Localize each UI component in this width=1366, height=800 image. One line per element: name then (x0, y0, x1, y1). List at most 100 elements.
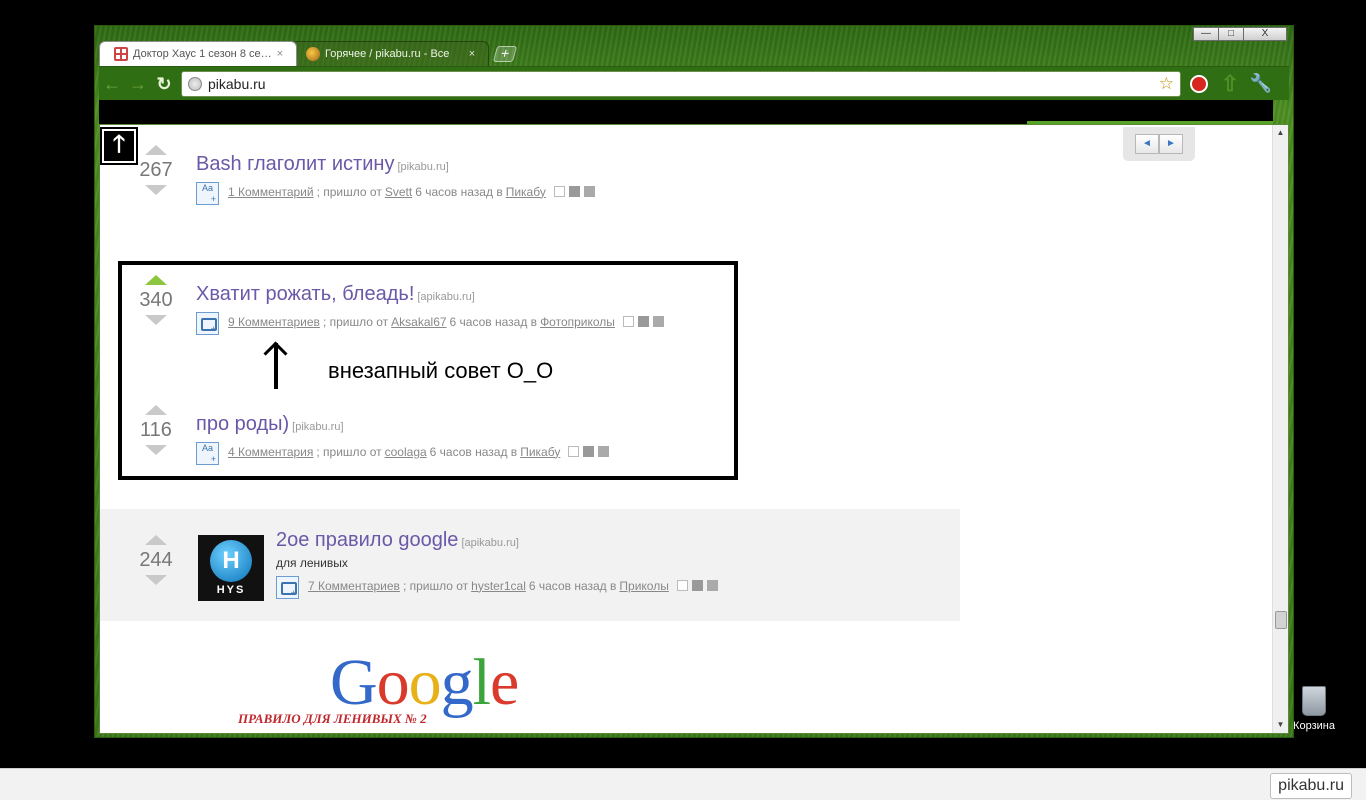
tab-house[interactable]: Доктор Хаус 1 сезон 8 серия × (99, 41, 297, 66)
post-title[interactable]: 2ое правило google (276, 529, 458, 551)
meta-from: ; пришло от (322, 314, 389, 329)
twitter-icon[interactable] (583, 186, 595, 197)
meta-time: 6 часов назад в (429, 444, 518, 459)
post-title[interactable]: Хватит рожать, блеадь! (196, 283, 414, 305)
browser-window: — □ X Доктор Хаус 1 сезон 8 серия × Горя… (94, 25, 1294, 738)
save-icon[interactable] (568, 446, 580, 457)
post-source: [pikabu.ru] (292, 421, 344, 433)
watermark: pikabu.ru (1270, 773, 1352, 799)
save-icon[interactable] (622, 316, 634, 327)
tab-pikabu[interactable]: Горячее / pikabu.ru - Все × (291, 41, 489, 66)
post-meta: + 9 Комментариев ; пришло от Aksakal67 6… (196, 308, 668, 335)
forward-button[interactable]: → (125, 71, 151, 97)
downvote-icon[interactable] (145, 575, 167, 585)
category-link[interactable]: Пикабу (506, 185, 546, 199)
next-page-button[interactable]: ► (1159, 134, 1183, 154)
twitter-icon[interactable] (598, 446, 610, 457)
twitter-icon[interactable] (706, 580, 718, 591)
photo-post-icon: + (196, 312, 219, 335)
comments-link[interactable]: 4 Комментария (228, 445, 313, 459)
post-body: про роды) [pikabu.ru] Aa + 4 Комментария ;… (196, 413, 613, 465)
recycle-bin[interactable]: Корзина (1292, 686, 1336, 732)
page-scrollbar[interactable]: ▲ ▼ (1272, 125, 1288, 733)
minimize-button[interactable]: — (1193, 27, 1219, 41)
extension-up-button[interactable]: ⇧ (1217, 71, 1243, 97)
post-subtitle: для ленивых (276, 556, 348, 570)
address-bar[interactable]: pikabu.ru ☆ (181, 70, 1181, 97)
hys-logo-icon: H (210, 540, 252, 582)
author-link[interactable]: Svett (385, 185, 412, 199)
meta-from: ; пришло от (316, 184, 382, 199)
bookmark-star-icon[interactable]: ☆ (1159, 74, 1174, 94)
upvote-icon[interactable] (145, 405, 167, 415)
tab-close-icon[interactable]: × (466, 48, 478, 60)
downvote-icon[interactable] (145, 185, 167, 195)
annotation-arrow-icon (274, 343, 278, 389)
house-favicon-icon (114, 47, 128, 61)
post-title[interactable]: Bash глаголит истину (196, 153, 394, 175)
back-button[interactable]: ← (99, 71, 125, 97)
new-tab-button[interactable]: + (492, 45, 518, 62)
category-link[interactable]: Приколы (619, 579, 668, 593)
vote-block: 267 (136, 145, 176, 195)
stop-icon (1190, 74, 1208, 93)
comments-link[interactable]: 9 Комментариев (228, 315, 320, 329)
recycle-bin-label: Корзина (1293, 720, 1335, 732)
scroll-thumb[interactable] (1275, 611, 1287, 629)
category-link[interactable]: Пикабу (520, 445, 560, 459)
meta-from: ; пришло от (316, 444, 382, 459)
author-link[interactable]: hyster1cal (471, 579, 526, 593)
post-score: 267 (139, 159, 173, 181)
vote-block: 116 (136, 405, 176, 455)
annotation-text: внезапный совет О_О (328, 358, 554, 383)
scroll-up-icon[interactable]: ▲ (1273, 125, 1288, 141)
meta-time: 6 часов назад в (528, 578, 617, 593)
prev-page-button[interactable]: ◄ (1135, 134, 1159, 154)
adblock-button[interactable] (1186, 71, 1212, 97)
author-link[interactable]: coolaga (385, 445, 427, 459)
save-icon[interactable] (676, 580, 688, 591)
downvote-icon[interactable] (145, 315, 167, 325)
upvote-icon[interactable] (145, 535, 167, 545)
close-window-button[interactable]: X (1243, 27, 1287, 41)
downvote-icon[interactable] (145, 445, 167, 455)
window-controls: — □ X (1193, 27, 1287, 41)
meta-time: 6 часов назад в (415, 184, 503, 199)
watermark-bar: pikabu.ru (0, 768, 1366, 800)
wrench-icon[interactable]: 🔧 (1248, 71, 1274, 97)
facebook-icon[interactable] (637, 316, 649, 327)
post-meta: + 7 Комментариев ; пришло от hyster1cal … (276, 572, 722, 599)
url-text[interactable]: pikabu.ru (208, 76, 1159, 92)
upvote-icon[interactable] (145, 145, 167, 155)
pikabu-favicon-icon (306, 47, 320, 61)
post-thumbnail[interactable]: H HYS (198, 535, 264, 601)
scroll-down-icon[interactable]: ▼ (1273, 717, 1288, 733)
facebook-icon[interactable] (568, 186, 580, 197)
pager: ◄ ► (1123, 127, 1195, 161)
globe-icon (188, 76, 202, 91)
comments-link[interactable]: 1 Комментарий (228, 185, 314, 199)
upvote-icon[interactable] (145, 275, 167, 285)
post-source: [apikabu.ru] (417, 291, 475, 303)
post-body: Хватит рожать, блеадь! [apikabu.ru] + 9 К… (196, 283, 668, 335)
meta-from: ; пришло от (402, 578, 469, 593)
browser-toolbar: ← → ↻ pikabu.ru ☆ ⇧ 🔧 (99, 66, 1289, 100)
category-link[interactable]: Фотоприколы (540, 315, 615, 329)
facebook-icon[interactable] (583, 446, 595, 457)
bookmarks-bar (99, 100, 1273, 124)
google-logo-image: Google (330, 646, 519, 719)
save-icon[interactable] (553, 186, 565, 197)
comments-link[interactable]: 7 Комментариев (308, 579, 400, 593)
post-body: Bash глаголит истину [pikabu.ru] Aa + 1 Ко… (196, 153, 599, 205)
twitter-icon[interactable] (652, 316, 664, 327)
scroll-to-top-button[interactable]: 🡑 (100, 127, 138, 165)
tab-close-icon[interactable]: × (274, 48, 286, 60)
post-title[interactable]: про роды) (196, 413, 289, 435)
maximize-button[interactable]: □ (1218, 27, 1244, 41)
reload-button[interactable]: ↻ (151, 71, 177, 97)
facebook-icon[interactable] (691, 580, 703, 591)
recycle-bin-icon (1302, 686, 1326, 716)
post-body: 2ое правило google [apikabu.ru] для ленив… (276, 529, 722, 599)
author-link[interactable]: Aksakal67 (391, 315, 446, 329)
tab-title: Доктор Хаус 1 сезон 8 серия (133, 48, 274, 60)
